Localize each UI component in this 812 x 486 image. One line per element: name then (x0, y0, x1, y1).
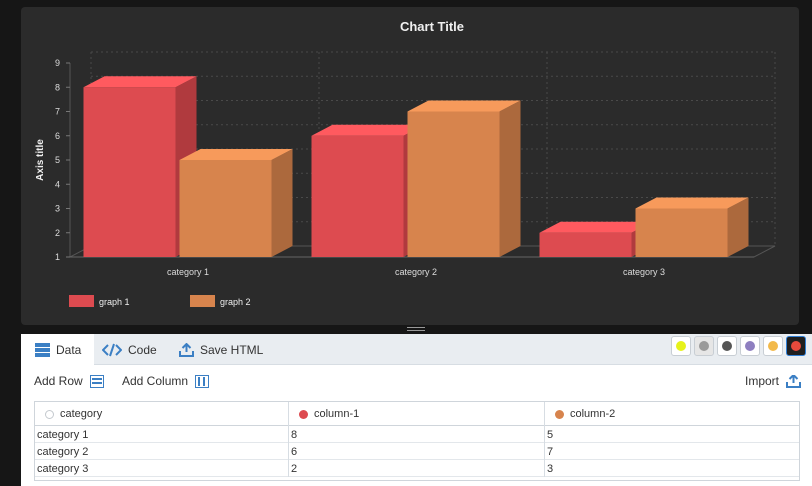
tab-data[interactable]: Data (21, 334, 94, 365)
data-grid: category column-1 column-2 category 1 8 … (34, 401, 800, 481)
table-cell[interactable]: category 2 (35, 443, 289, 460)
table-cell[interactable]: 5 (545, 426, 799, 443)
striped-theme-icon (699, 341, 709, 351)
table-row: category 1 8 5 (35, 426, 799, 443)
chart-panel: 1 2 3 4 5 6 7 8 9 Chart Title Axis title category 1… (21, 7, 799, 325)
y-tick-label: 6 (55, 131, 60, 141)
chart-canvas: 1 2 3 4 5 6 7 8 9 Chart Title Axis title category 1… (35, 19, 776, 307)
tab-code-label: Code (128, 342, 157, 357)
grid-header-column-2-label: column-2 (570, 408, 616, 420)
grid-header-column-1[interactable]: column-1 (289, 402, 545, 426)
bar-side (499, 100, 521, 257)
striped-theme-swatch[interactable] (694, 336, 714, 356)
y-tick-label: 4 (55, 179, 60, 189)
bar (407, 111, 500, 257)
table-icon (35, 342, 50, 357)
grid-header-category-label: category (60, 408, 103, 420)
add-column-button[interactable]: Add Column (122, 374, 210, 388)
bar (179, 160, 272, 257)
chart-editor: Data Code Save HTML Add Row Add Column I… (21, 334, 812, 486)
column-1-color-icon (299, 409, 308, 419)
table-cell[interactable]: category 3 (35, 460, 289, 477)
resize-handle[interactable] (407, 327, 425, 331)
grid-header-category[interactable]: category (35, 402, 289, 426)
bar (83, 87, 176, 257)
chart-title: Chart Title (400, 19, 464, 34)
bar (539, 232, 632, 257)
table-cell[interactable]: category 1 (35, 426, 289, 443)
bar-side (271, 149, 293, 257)
add-column-icon (195, 374, 210, 388)
category-bullet-icon (45, 409, 54, 419)
x-tick-label: category 2 (395, 267, 437, 277)
red-theme-icon (791, 341, 801, 351)
legend-label: graph 2 (220, 297, 251, 307)
grid-toolbar: Add Row Add Column Import (21, 365, 812, 399)
import-icon (786, 374, 802, 388)
x-tick-label: category 1 (167, 267, 209, 277)
save-html-label: Save HTML (200, 342, 264, 357)
red-theme-swatch[interactable] (786, 336, 806, 356)
yellow-theme-icon (676, 341, 686, 351)
pastel-theme-icon (768, 341, 778, 351)
purple-theme-swatch[interactable] (740, 336, 760, 356)
add-row-label: Add Row (34, 374, 83, 388)
legend-label: graph 1 (99, 297, 130, 307)
pastel-theme-swatch[interactable] (763, 336, 783, 356)
grid-header-column-2[interactable]: column-2 (545, 402, 799, 426)
dark-theme-swatch[interactable] (717, 336, 737, 356)
table-row: category 2 6 7 (35, 443, 799, 460)
grid-header-row: category column-1 column-2 (35, 402, 799, 426)
add-row-button[interactable]: Add Row (34, 374, 104, 388)
app-stage: 1 2 3 4 5 6 7 8 9 Chart Title Axis title category 1… (0, 0, 812, 486)
save-html-button[interactable]: Save HTML (179, 334, 269, 365)
y-tick-label: 2 (55, 228, 60, 238)
import-label: Import (745, 374, 780, 388)
column-2-color-icon (555, 409, 564, 419)
table-cell[interactable]: 7 (545, 443, 799, 460)
dark-theme-icon (722, 341, 732, 351)
tab-code[interactable]: Code (102, 334, 172, 365)
y-tick-label: 8 (55, 82, 60, 92)
purple-theme-icon (745, 341, 755, 351)
legend-swatch (69, 295, 94, 307)
code-icon (102, 343, 122, 356)
y-tick-label: 9 (55, 58, 60, 68)
legend-swatch (190, 295, 215, 307)
add-column-label: Add Column (122, 374, 189, 388)
y-tick-label: 1 (55, 252, 60, 262)
table-cell[interactable]: 2 (289, 460, 545, 477)
y-tick-label: 5 (55, 155, 60, 165)
x-tick-label: category 3 (623, 267, 665, 277)
yellow-theme-swatch[interactable] (671, 336, 691, 356)
y-tick-label: 7 (55, 107, 60, 117)
bar (311, 135, 404, 257)
editor-tabbar: Data Code Save HTML (21, 334, 812, 365)
table-cell[interactable]: 3 (545, 460, 799, 477)
y-tick-label: 3 (55, 204, 60, 214)
add-row-icon (89, 374, 104, 388)
table-row: category 3 2 3 (35, 460, 799, 477)
grid-header-column-1-label: column-1 (314, 408, 360, 420)
tab-data-label: Data (56, 342, 82, 357)
y-axis-label: Axis title (35, 139, 46, 181)
bar (635, 208, 728, 257)
upload-icon (179, 342, 194, 357)
import-button[interactable]: Import (745, 374, 802, 388)
table-cell[interactable]: 8 (289, 426, 545, 443)
table-cell[interactable]: 6 (289, 443, 545, 460)
